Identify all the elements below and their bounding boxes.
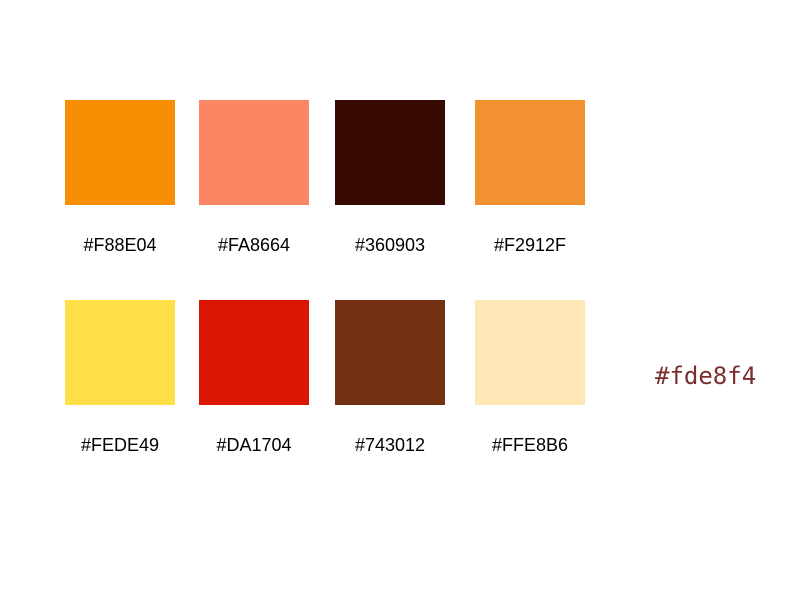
color-swatch bbox=[475, 100, 585, 205]
palette-swatch: #F2912F bbox=[475, 100, 585, 255]
swatch-label: #F88E04 bbox=[83, 235, 157, 255]
color-swatch bbox=[199, 300, 309, 405]
palette-swatch: #FFE8B6 bbox=[475, 300, 585, 455]
swatch-label: #DA1704 bbox=[216, 435, 292, 455]
swatch-label: #FEDE49 bbox=[80, 435, 160, 455]
swatch-label: #360903 bbox=[354, 235, 426, 255]
palette-swatch: #DA1704 bbox=[199, 300, 309, 455]
color-palette: #F88E04 #FA8664 #360903 #F2912F #FEDE49 … bbox=[0, 0, 800, 600]
swatch-label: #743012 bbox=[354, 435, 426, 455]
palette-swatch: #743012 bbox=[335, 300, 445, 455]
palette-swatch: #360903 bbox=[335, 100, 445, 255]
color-swatch bbox=[335, 300, 445, 405]
color-swatch bbox=[199, 100, 309, 205]
swatch-label: #FA8664 bbox=[217, 235, 291, 255]
palette-swatch: #F88E04 bbox=[65, 100, 175, 255]
palette-swatch: #FA8664 bbox=[199, 100, 309, 255]
hex-code-label: #fde8f4 bbox=[655, 362, 757, 390]
color-swatch bbox=[65, 300, 175, 405]
swatch-label: #FFE8B6 bbox=[491, 435, 569, 455]
palette-swatch: #FEDE49 bbox=[65, 300, 175, 455]
color-swatch bbox=[335, 100, 445, 205]
color-swatch bbox=[475, 300, 585, 405]
swatch-label: #F2912F bbox=[493, 235, 567, 255]
color-swatch bbox=[65, 100, 175, 205]
